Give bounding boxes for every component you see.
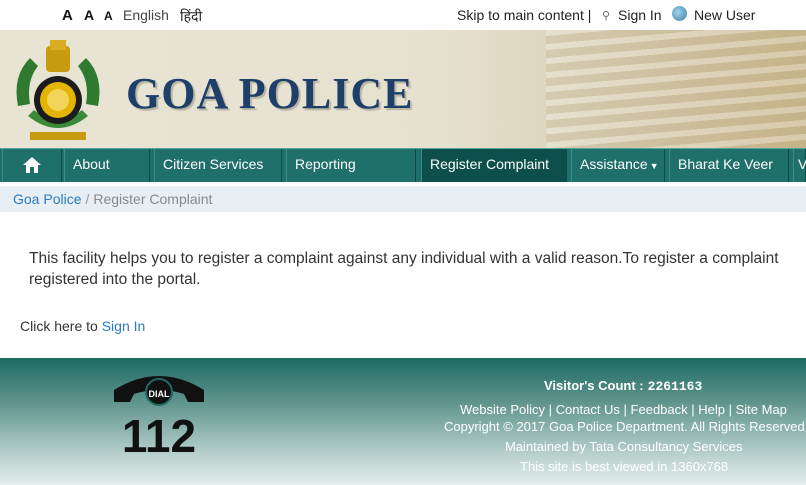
nav-citizen-services[interactable]: Citizen Services xyxy=(154,149,282,182)
font-size-small-button[interactable]: A xyxy=(104,9,113,23)
breadcrumb-separator: / xyxy=(85,191,90,207)
font-size-large-button[interactable]: A xyxy=(62,7,73,24)
copyright-text: Copyright © 2017 Goa Police Department. … xyxy=(444,419,805,434)
footer-link-site-map[interactable]: Site Map xyxy=(736,402,787,417)
nav-home[interactable] xyxy=(2,149,62,182)
maintained-by-text: Maintained by Tata Consultancy Services xyxy=(505,439,743,454)
intro-paragraph: This facility helps you to register a co… xyxy=(29,248,806,290)
new-user-icon xyxy=(672,6,687,21)
footer-link-website-policy[interactable]: Website Policy xyxy=(460,402,545,417)
new-user-link[interactable]: New User xyxy=(694,7,755,23)
visitor-count-value: 2261163 xyxy=(647,379,703,394)
sign-in-link[interactable]: Sign In xyxy=(618,7,662,23)
sign-in-prompt: Click here to Sign In xyxy=(20,318,145,334)
visitor-counter: Visitor's Count :2261163 xyxy=(544,378,702,394)
language-hindi-link[interactable]: हिंदी xyxy=(180,7,202,26)
main-navigation: About Us▼ Citizen Services Reporting Cri… xyxy=(0,148,806,202)
sign-in-prompt-text: Click here to xyxy=(20,318,102,334)
skip-to-main-content-link[interactable]: Skip to main content | xyxy=(457,7,591,23)
intro-line-2: registered into the portal. xyxy=(29,271,201,288)
main-content: This facility helps you to register a co… xyxy=(0,212,806,358)
language-english-link[interactable]: English xyxy=(123,7,169,23)
nav-citizen-services-label: Citizen Services xyxy=(163,156,264,172)
site-footer: DIAL 112 Visitor's Count :2261163 Websit… xyxy=(0,358,806,485)
dial-112-telephone-icon: DIAL 112 xyxy=(114,376,204,460)
content-sign-in-link[interactable]: Sign In xyxy=(102,318,146,334)
nav-reporting-crime[interactable]: Reporting Crime▼ xyxy=(286,149,416,202)
nav-overflow-item[interactable]: V xyxy=(793,149,806,182)
dial-label: DIAL xyxy=(149,389,170,399)
key-icon: ⚲ xyxy=(602,10,611,22)
font-size-medium-button[interactable]: A xyxy=(84,7,94,23)
nav-about-us[interactable]: About Us▼ xyxy=(64,149,150,202)
dial-number: 112 xyxy=(122,410,196,460)
footer-links: Website Policy | Contact Us | Feedback |… xyxy=(460,402,787,417)
site-title: GOA POLICE xyxy=(126,69,414,118)
visitor-count-label: Visitor's Count : xyxy=(544,378,644,393)
nav-assistance-label: Assistance xyxy=(580,156,648,172)
nav-register-complaint[interactable]: Register Complaint xyxy=(421,149,567,182)
best-viewed-text: This site is best viewed in 1360x768 xyxy=(520,459,729,474)
header-sea-background xyxy=(546,30,806,148)
top-utility-bar: A A A English हिंदी Skip to main content… xyxy=(0,0,806,30)
nav-assistance[interactable]: Assistance ▼ xyxy=(571,149,665,182)
footer-link-contact-us[interactable]: Contact Us xyxy=(556,402,620,417)
breadcrumb: Goa Police / Register Complaint xyxy=(0,186,806,212)
nav-register-complaint-label: Register Complaint xyxy=(430,156,550,172)
intro-line-1: This facility helps you to register a co… xyxy=(29,250,779,267)
nav-bharat-ke-veer-label: Bharat Ke Veer xyxy=(678,156,773,172)
breadcrumb-home-link[interactable]: Goa Police xyxy=(13,191,81,207)
footer-link-feedback[interactable]: Feedback xyxy=(631,402,688,417)
breadcrumb-current: Register Complaint xyxy=(93,191,213,207)
goa-police-emblem-icon xyxy=(16,40,100,140)
home-icon xyxy=(23,157,41,173)
nav-overflow-label: V xyxy=(798,156,806,172)
footer-link-help[interactable]: Help xyxy=(698,402,725,417)
caret-down-icon: ▼ xyxy=(649,161,659,171)
site-header: GOA POLICE xyxy=(0,30,806,148)
nav-bharat-ke-veer[interactable]: Bharat Ke Veer xyxy=(669,149,789,182)
